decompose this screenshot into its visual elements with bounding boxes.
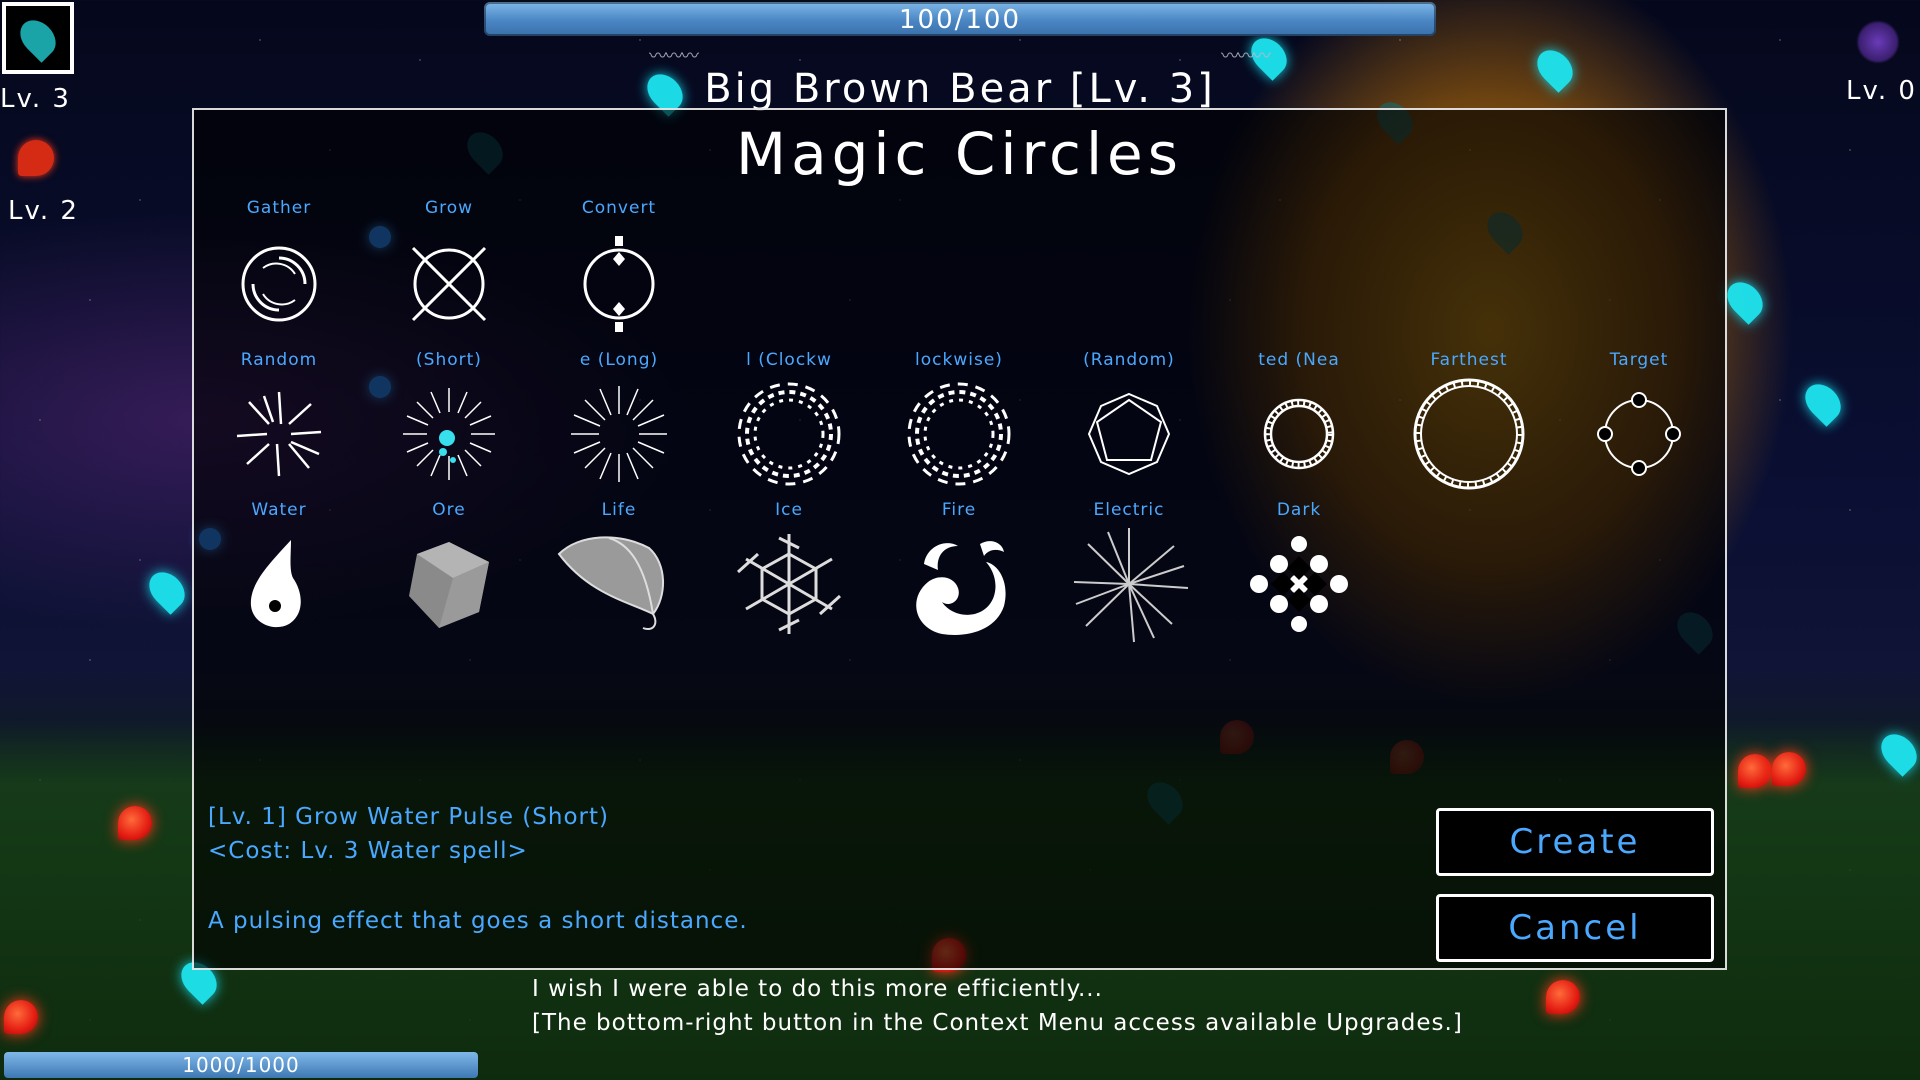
fire-particle: [1546, 980, 1580, 1014]
octagram-random-icon[interactable]: [1079, 384, 1179, 484]
circle-label-random: Random: [240, 350, 318, 370]
ring-nearest-icon[interactable]: [1249, 384, 1349, 484]
element-label-fire: Fire: [941, 500, 977, 520]
enemy-name: Big Brown Bear [Lv. 3]: [704, 66, 1216, 112]
fire-particle: [1772, 752, 1806, 786]
fire-swirl-icon[interactable]: [894, 524, 1024, 644]
random-burst-icon[interactable]: [229, 384, 329, 484]
spell-description: A pulsing effect that goes a short dista…: [208, 908, 748, 934]
circle-label-target: Target: [1609, 350, 1669, 370]
dark-slot-icon[interactable]: [1856, 20, 1900, 64]
fire-slot-level: Lv. 2: [8, 196, 79, 226]
water-particle: [1530, 43, 1580, 93]
enemy-health-text: 100/100: [898, 5, 1021, 35]
create-button[interactable]: Create: [1436, 808, 1714, 876]
cancel-button[interactable]: Cancel: [1436, 894, 1714, 962]
circle-label-farthest: Farthest: [1430, 350, 1508, 370]
spiral-counterclockwise-icon[interactable]: [894, 374, 1024, 494]
fire-particle: [1738, 754, 1772, 788]
element-label-water: Water: [251, 500, 307, 520]
ring-farthest-icon[interactable]: [1404, 374, 1534, 494]
mana-bar: 1000/1000: [4, 1052, 478, 1078]
target-circle-icon[interactable]: [1589, 384, 1689, 484]
pulse-short-icon[interactable]: [399, 384, 499, 484]
element-label-ice: Ice: [775, 500, 803, 520]
ice-snowflake-icon[interactable]: [724, 524, 854, 644]
gather-circle-icon[interactable]: [229, 234, 329, 334]
dark-slot-level: Lv. 0: [1846, 76, 1917, 106]
water-slot-icon: [13, 13, 63, 63]
spiral-clockwise-icon[interactable]: [724, 374, 854, 494]
ornament-left-icon: 〰〰〰: [649, 46, 699, 67]
circle-label-gather: Gather: [246, 198, 312, 218]
element-label-dark: Dark: [1276, 500, 1322, 520]
tip-line-1: I wish I were able to do this more effic…: [532, 976, 1103, 1002]
player-spell-slot[interactable]: [2, 2, 74, 74]
spell-name: [Lv. 1] Grow Water Pulse (Short): [208, 804, 609, 830]
electric-burst-icon[interactable]: [1064, 524, 1194, 644]
water-particle: [1798, 377, 1848, 427]
element-label-electric: Electric: [1093, 500, 1165, 520]
circle-label-long: e (Long): [579, 350, 659, 370]
fire-particle: [4, 1000, 38, 1034]
circle-label-counterclockwise: lockwise): [915, 350, 1003, 370]
circle-label-nearest: ted (Nea: [1258, 350, 1340, 370]
grow-circle-icon[interactable]: [399, 234, 499, 334]
element-label-ore: Ore: [432, 500, 466, 520]
fire-slot-icon[interactable]: [18, 140, 54, 176]
dark-diamond-icon[interactable]: [1249, 534, 1349, 634]
enemy-health-bar: 100/100: [484, 2, 1436, 36]
magic-circles-panel: Magic Circles Gather Grow Convert Random…: [192, 108, 1727, 970]
circle-label-clockwise: l (Clockw: [746, 350, 832, 370]
circle-label-grow: Grow: [424, 198, 474, 218]
fire-particle: [118, 806, 152, 840]
water-particle: [142, 565, 192, 615]
circle-label-random-target: (Random): [1083, 350, 1175, 370]
ore-cube-icon[interactable]: [399, 534, 499, 634]
ornament-right-icon: 〰〰〰: [1221, 46, 1271, 67]
water-drop-icon[interactable]: [229, 534, 329, 634]
tip-line-2: [The bottom-right button in the Context …: [532, 1010, 1463, 1036]
mana-text: 1000/1000: [182, 1053, 300, 1077]
circle-label-convert: Convert: [581, 198, 657, 218]
pulse-long-icon[interactable]: [569, 384, 669, 484]
convert-circle-icon[interactable]: [569, 234, 669, 334]
circle-label-short: (Short): [416, 350, 482, 370]
element-label-life: Life: [601, 500, 637, 520]
life-leaf-icon[interactable]: [549, 524, 679, 644]
panel-title: Magic Circles: [736, 120, 1183, 188]
player-slot-level: Lv. 3: [0, 84, 71, 114]
water-particle: [1720, 275, 1770, 325]
spell-cost: <Cost: Lv. 3 Water spell>: [208, 838, 528, 864]
